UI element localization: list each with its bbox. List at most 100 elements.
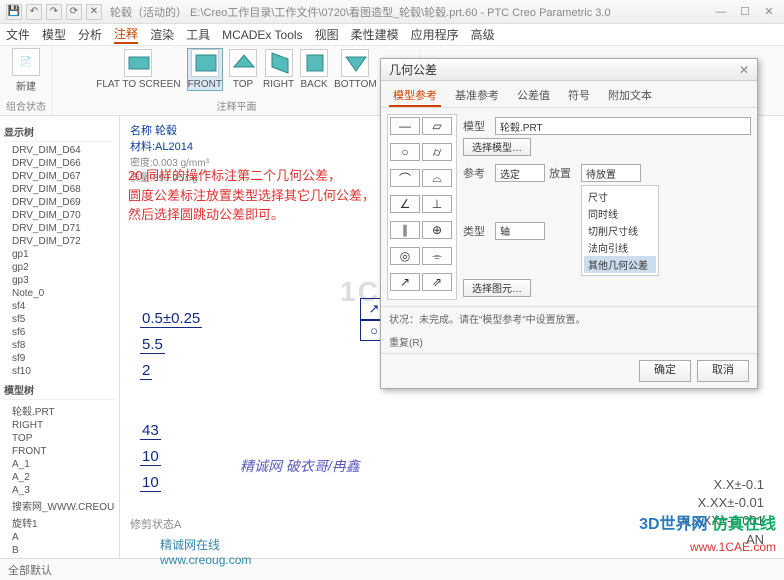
plane-top[interactable]: TOP <box>229 49 257 90</box>
sym-concentricity-icon[interactable]: ◎ <box>390 247 420 265</box>
plane-back[interactable]: BACK <box>300 49 328 90</box>
model-tree-item[interactable]: 搜索网_WWW.CREOUG.COM <box>4 497 115 514</box>
ribbon-group-new: 📄 新建 组合状态 <box>0 46 53 115</box>
tree-item[interactable]: DRV_DIM_D68 <box>4 183 115 196</box>
dim-value[interactable]: 10 <box>140 448 161 466</box>
tree-item[interactable]: DRV_DIM_D72 <box>4 235 115 248</box>
dim-value[interactable]: 0.5±0.25 <box>140 310 202 328</box>
tree-item[interactable]: sf4 <box>4 300 115 313</box>
type-option[interactable]: 尺寸 <box>584 188 656 205</box>
ok-button[interactable]: 确定 <box>639 360 691 382</box>
repeat-button[interactable]: 重复(R) <box>389 334 423 349</box>
qat-redo-icon[interactable]: ↷ <box>46 4 62 20</box>
plane-flat[interactable]: FLAT TO SCREEN <box>96 49 180 90</box>
type-option[interactable]: 法向引线 <box>584 239 656 256</box>
tab-tol-value[interactable]: 公差值 <box>513 85 554 107</box>
sym-circularity-icon[interactable]: ○ <box>390 143 420 161</box>
model-tree-item[interactable]: A_1 <box>4 458 115 471</box>
tab-datum-ref[interactable]: 基准参考 <box>451 85 503 107</box>
model-tree-item[interactable]: FRONT <box>4 445 115 458</box>
sym-line-profile-icon[interactable]: ⌒ <box>390 169 420 187</box>
tree-item[interactable]: DRV_DIM_D69 <box>4 196 115 209</box>
model-tree-item[interactable]: A_2 <box>4 471 115 484</box>
ref-type-field[interactable]: 选定 <box>495 164 545 182</box>
sym-straightness-icon[interactable]: — <box>390 117 420 135</box>
tree-item[interactable]: DRV_DIM_D71 <box>4 222 115 235</box>
tree-item[interactable]: DRV_DIM_D66 <box>4 157 115 170</box>
tab-symbols[interactable]: 符号 <box>564 85 594 107</box>
model-tree-item[interactable]: RIGHT <box>4 419 115 432</box>
new-button[interactable]: 📄 新建 <box>12 48 40 93</box>
sym-position-icon[interactable]: ⊕ <box>422 221 452 239</box>
tree-item[interactable]: sf9 <box>4 352 115 365</box>
menu-apps[interactable]: 应用程序 <box>411 26 459 43</box>
model-tree-item[interactable]: A_3 <box>4 484 115 497</box>
minimize-icon[interactable]: — <box>712 5 730 19</box>
menu-file[interactable]: 文件 <box>6 26 30 43</box>
menu-annotate[interactable]: 注释 <box>114 25 138 44</box>
dialog-close-icon[interactable]: ✕ <box>739 63 749 77</box>
dim-value[interactable]: 10 <box>140 474 161 492</box>
type-option[interactable]: 切削尺寸线 <box>584 222 656 239</box>
tree-item[interactable]: gp2 <box>4 261 115 274</box>
sym-cylindricity-icon[interactable]: ⌭ <box>422 143 452 161</box>
ref-entity-field[interactable]: 轴 <box>495 222 545 240</box>
brand-url: www.1CAE.com <box>690 540 776 554</box>
sym-total-runout-icon[interactable]: ⇗ <box>422 273 452 291</box>
menu-advanced[interactable]: 高级 <box>471 26 495 43</box>
model-field[interactable]: 轮毂.PRT <box>495 117 751 135</box>
model-tree-item[interactable]: 轮毂.PRT <box>4 402 115 419</box>
type-option[interactable]: 同时线 <box>584 205 656 222</box>
tree-item[interactable]: sf10 <box>4 365 115 378</box>
tree-item[interactable]: sf6 <box>4 326 115 339</box>
close-window-icon[interactable]: ✕ <box>760 5 778 19</box>
sym-symmetry-icon[interactable]: ⌯ <box>422 247 452 265</box>
tree-item[interactable]: gp1 <box>4 248 115 261</box>
sym-flatness-icon[interactable]: ▱ <box>422 117 452 135</box>
tab-additional[interactable]: 附加文本 <box>604 85 656 107</box>
qat-regen-icon[interactable]: ⟳ <box>66 4 82 20</box>
tree-item[interactable]: DRV_DIM_D67 <box>4 170 115 183</box>
sym-runout-icon[interactable]: ↗ <box>390 273 420 291</box>
sym-perpendicularity-icon[interactable]: ⊥ <box>422 195 452 213</box>
dim-value[interactable]: 43 <box>140 422 161 440</box>
plane-right[interactable]: RIGHT <box>263 49 294 90</box>
plane-bottom[interactable]: BOTTOM <box>334 49 377 90</box>
menu-view[interactable]: 视图 <box>315 26 339 43</box>
tree-item[interactable]: gp3 <box>4 274 115 287</box>
dialog-titlebar[interactable]: 几何公差 ✕ <box>381 59 757 81</box>
type-option-selected[interactable]: 其他几何公差 <box>584 256 656 273</box>
qat-save-icon[interactable]: 💾 <box>6 4 22 20</box>
menu-model[interactable]: 模型 <box>42 26 66 43</box>
sym-angularity-icon[interactable]: ∠ <box>390 195 420 213</box>
select-model-button[interactable]: 选择模型… <box>463 138 531 156</box>
model-tree-item[interactable]: TOP <box>4 432 115 445</box>
dim-value[interactable]: 5.5 <box>140 336 165 354</box>
plane-front[interactable]: FRONT <box>187 48 223 91</box>
sym-surface-profile-icon[interactable]: ⌓ <box>422 169 452 187</box>
tree-item[interactable]: DRV_DIM_D64 <box>4 144 115 157</box>
select-entity-button[interactable]: 选择图元… <box>463 279 531 297</box>
menu-render[interactable]: 渲染 <box>150 26 174 43</box>
maximize-icon[interactable]: ☐ <box>736 5 754 19</box>
place-type-field[interactable]: 待放置 <box>581 164 641 182</box>
menu-flex[interactable]: 柔性建模 <box>351 26 399 43</box>
model-tree-item[interactable]: 旋转1 <box>4 514 115 531</box>
model-tree-item[interactable]: B <box>4 544 115 557</box>
sym-parallelism-icon[interactable]: ∥ <box>390 221 420 239</box>
tab-model-ref[interactable]: 模型参考 <box>389 85 441 107</box>
cancel-button[interactable]: 取消 <box>697 360 749 382</box>
menu-analysis[interactable]: 分析 <box>78 26 102 43</box>
tree-item[interactable]: Note_0 <box>4 287 115 300</box>
dim-value[interactable]: 2 <box>140 362 152 380</box>
menu-mcadex[interactable]: MCADEx Tools <box>222 28 302 42</box>
tree-item[interactable]: DRV_DIM_D70 <box>4 209 115 222</box>
model-tree-item[interactable]: 佚名版1 <box>4 557 115 558</box>
tree-item[interactable]: sf5 <box>4 313 115 326</box>
menu-tools[interactable]: 工具 <box>186 26 210 43</box>
qat-undo-icon[interactable]: ↶ <box>26 4 42 20</box>
brand-logo: 3D世界网 仿真在线 <box>639 510 776 534</box>
qat-close-icon[interactable]: ✕ <box>86 4 102 20</box>
tree-item[interactable]: sf8 <box>4 339 115 352</box>
model-tree-item[interactable]: A <box>4 531 115 544</box>
